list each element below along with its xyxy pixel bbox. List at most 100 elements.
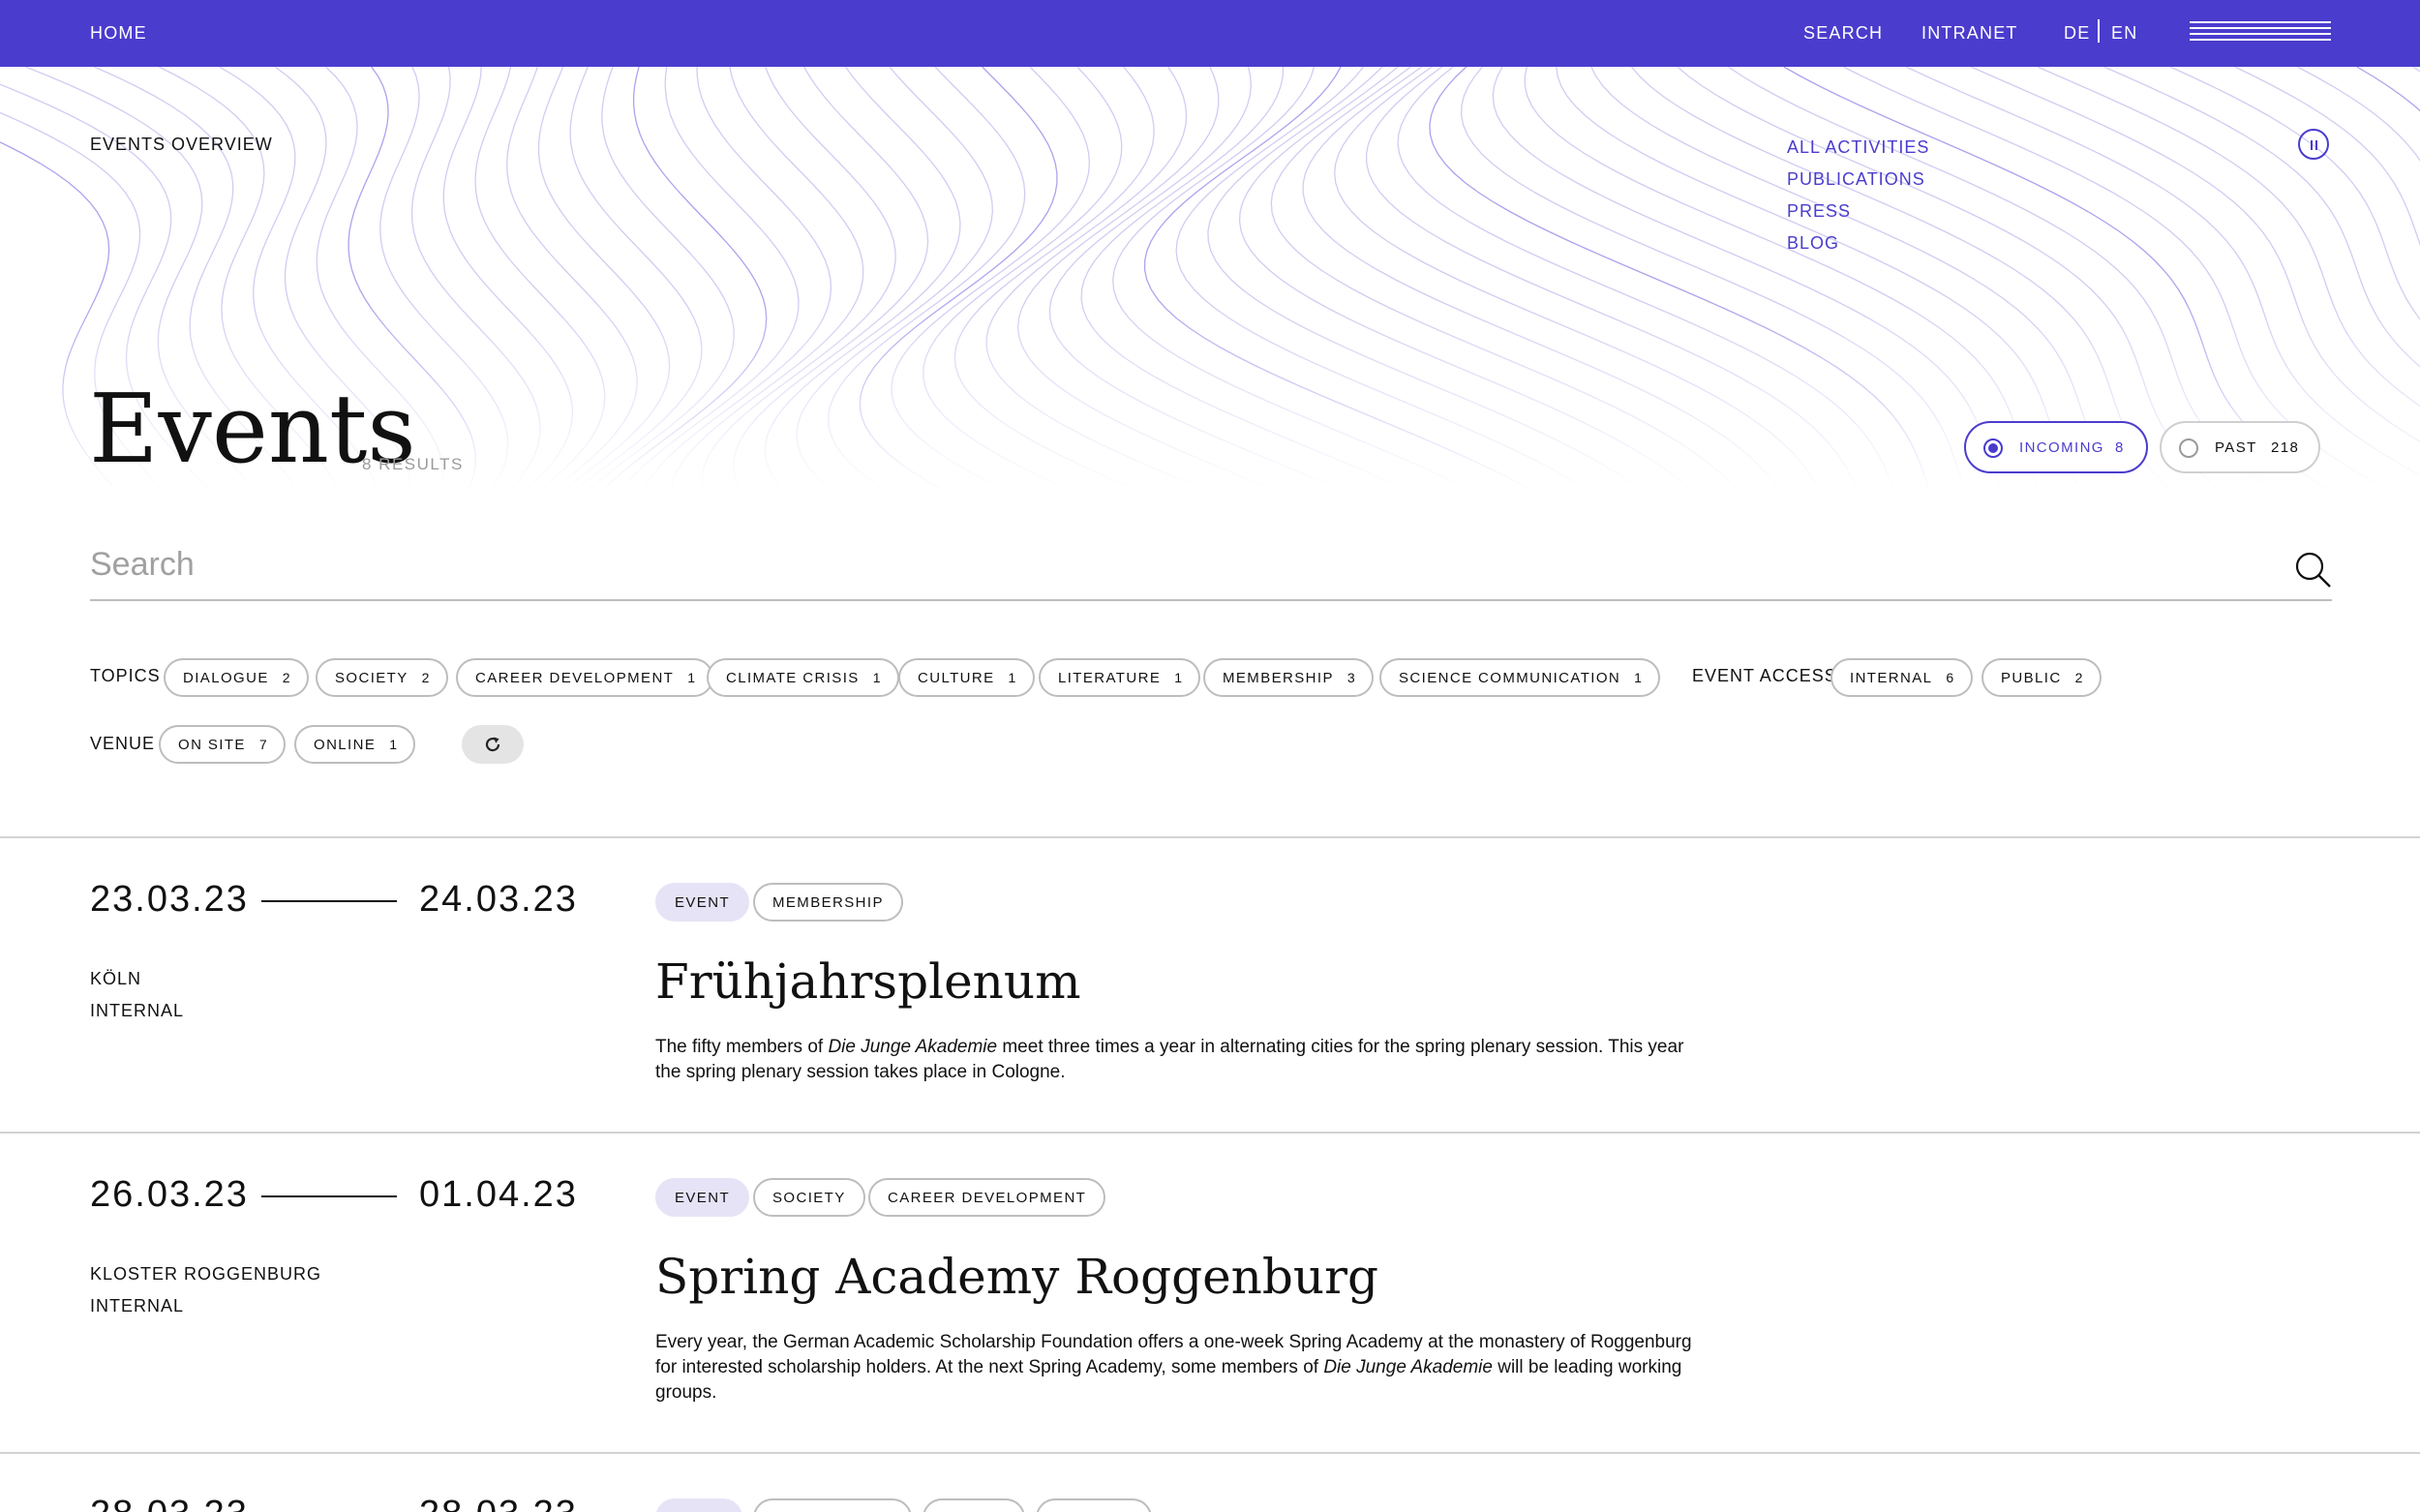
chip-label: ONLINE	[314, 736, 377, 753]
date-range-line	[261, 900, 397, 902]
chip-count: 1	[1008, 670, 1017, 685]
event-topic-tag[interactable]	[753, 1498, 912, 1512]
event-meta: KLOSTER ROGGENBURG INTERNAL	[90, 1258, 321, 1322]
chip-label: CLIMATE CRISIS	[726, 669, 860, 686]
event-location: KLOSTER ROGGENBURG	[90, 1264, 322, 1284]
event-description: Every year, the German Academic Scholars…	[655, 1330, 1710, 1406]
incoming-label: INCOMING	[2019, 439, 2104, 456]
chip-count: 1	[687, 670, 697, 685]
filter-chip-internal[interactable]: INTERNAL 6	[1830, 658, 1973, 697]
search-input[interactable]	[90, 535, 2220, 593]
topics-label: TOPICS	[90, 666, 161, 685]
refresh-icon	[485, 737, 500, 752]
chip-label: CULTURE	[918, 669, 995, 686]
event-topic-tag[interactable]: CAREER DEVELOPMENT	[868, 1178, 1106, 1217]
chip-count: 1	[389, 737, 399, 752]
chip-label: SOCIETY	[335, 669, 408, 686]
reset-filters-button[interactable]	[462, 725, 524, 764]
date-range-line	[261, 1195, 397, 1197]
search-icon[interactable]	[2294, 551, 2333, 590]
filter-chip-climate-crisis[interactable]: CLIMATE CRISIS 1	[707, 658, 899, 697]
radio-selected-icon	[1983, 438, 2003, 458]
chip-count: 3	[1346, 670, 1357, 685]
event-type-tag[interactable]: EVENT	[655, 883, 750, 922]
chip-count: 2	[282, 670, 291, 685]
chip-count: 7	[258, 737, 268, 752]
filter-chip-public[interactable]: PUBLIC 2	[1981, 658, 2102, 697]
chip-label: CAREER DEVELOPMENT	[475, 669, 675, 686]
results-count: 8 RESULTS	[362, 455, 464, 473]
event-topic-tag[interactable]	[923, 1498, 1025, 1512]
event-start-date: 26.03.23	[90, 1174, 249, 1215]
search-bar	[90, 535, 2332, 601]
event-end-date: 24.03.23	[419, 879, 578, 920]
section-nav: ALL ACTIVITIES PUBLICATIONS PRESS BLOG	[1787, 132, 1929, 259]
filter-chip-career-development[interactable]: CAREER DEVELOPMENT 1	[456, 658, 714, 697]
language-de-link[interactable]: DE	[2064, 23, 2090, 44]
event-topic-tag[interactable]: MEMBERSHIP	[753, 883, 903, 922]
event-type-tag[interactable]	[655, 1498, 742, 1512]
chip-label: SCIENCE COMMUNICATION	[1399, 669, 1621, 686]
event-topic-tag[interactable]: SOCIETY	[753, 1178, 865, 1217]
list-divider	[0, 1452, 2420, 1454]
nav-search-link[interactable]: SEARCH	[1803, 23, 1883, 44]
past-toggle[interactable]: PAST 218	[2160, 421, 2320, 473]
filter-chip-society[interactable]: SOCIETY 2	[316, 658, 448, 697]
event-start-date: 23.03.23	[90, 879, 249, 920]
filter-chip-culture[interactable]: CULTURE 1	[898, 658, 1035, 697]
event-access: INTERNAL	[90, 1001, 185, 1020]
chip-label: DIALOGUE	[183, 669, 269, 686]
venue-label: VENUE	[90, 734, 156, 753]
event-location: KÖLN	[90, 969, 142, 988]
section-nav-press[interactable]: PRESS	[1787, 196, 1929, 227]
breadcrumb: EVENTS OVERVIEW	[90, 135, 273, 154]
event-access: INTERNAL	[90, 1296, 185, 1315]
language-separator	[2098, 19, 2100, 43]
incoming-toggle[interactable]: INCOMING 8	[1964, 421, 2148, 473]
chip-count: 2	[421, 670, 431, 685]
filter-chip-on-site[interactable]: ON SITE 7	[159, 725, 286, 764]
filter-chip-literature[interactable]: LITERATURE 1	[1039, 658, 1201, 697]
event-start-date: 28.03.23	[90, 1494, 249, 1512]
list-divider	[0, 1132, 2420, 1134]
section-nav-all-activities[interactable]: ALL ACTIVITIES	[1787, 132, 1929, 164]
event-topic-tag[interactable]	[1036, 1498, 1152, 1512]
chip-count: 2	[2074, 670, 2084, 685]
nav-home-link[interactable]: HOME	[90, 23, 147, 44]
event-meta: KÖLN INTERNAL	[90, 963, 184, 1027]
language-en-link[interactable]: EN	[2111, 23, 2137, 44]
top-navigation-bar: HOME SEARCH INTRANET DE EN	[0, 0, 2420, 67]
list-divider	[0, 836, 2420, 838]
chip-count: 1	[1634, 670, 1644, 685]
event-type-tag[interactable]: EVENT	[655, 1178, 750, 1217]
pause-animation-icon[interactable]	[2298, 129, 2329, 160]
past-label: PAST	[2215, 439, 2257, 456]
filter-chip-dialogue[interactable]: DIALOGUE 2	[164, 658, 309, 697]
event-title[interactable]: Spring Academy Roggenburg	[655, 1249, 1378, 1305]
chip-label: INTERNAL	[1850, 669, 1933, 686]
filter-chip-science-communication[interactable]: SCIENCE COMMUNICATION 1	[1379, 658, 1661, 697]
menu-lines-icon[interactable]	[2190, 21, 2331, 45]
nav-intranet-link[interactable]: INTRANET	[1921, 23, 2018, 44]
filter-chip-online[interactable]: ONLINE 1	[294, 725, 416, 764]
event-description: The fifty members of Die Junge Akademie …	[655, 1035, 1710, 1085]
radio-empty-icon	[2179, 438, 2198, 458]
event-title[interactable]: Frühjahrsplenum	[655, 953, 1080, 1010]
chip-count: 6	[1946, 670, 1955, 685]
desc-emphasis: Die Junge Akademie	[1323, 1357, 1493, 1377]
incoming-count: 8	[2115, 439, 2125, 456]
chip-label: LITERATURE	[1058, 669, 1162, 686]
event-access-label: EVENT ACCESS	[1692, 666, 1837, 685]
desc-emphasis: Die Junge Akademie	[828, 1037, 998, 1057]
chip-count: 1	[1174, 670, 1184, 685]
filter-chip-membership[interactable]: MEMBERSHIP 3	[1203, 658, 1375, 697]
section-nav-publications[interactable]: PUBLICATIONS	[1787, 164, 1929, 196]
section-nav-blog[interactable]: BLOG	[1787, 227, 1929, 259]
chip-count: 1	[872, 670, 882, 685]
event-end-date: 01.04.23	[419, 1174, 578, 1215]
chip-label: MEMBERSHIP	[1223, 669, 1334, 686]
desc-text: The fifty members of	[655, 1037, 829, 1057]
chip-label: PUBLIC	[2001, 669, 2062, 686]
event-end-date: 28.03.23	[419, 1494, 578, 1512]
past-count: 218	[2271, 439, 2300, 456]
